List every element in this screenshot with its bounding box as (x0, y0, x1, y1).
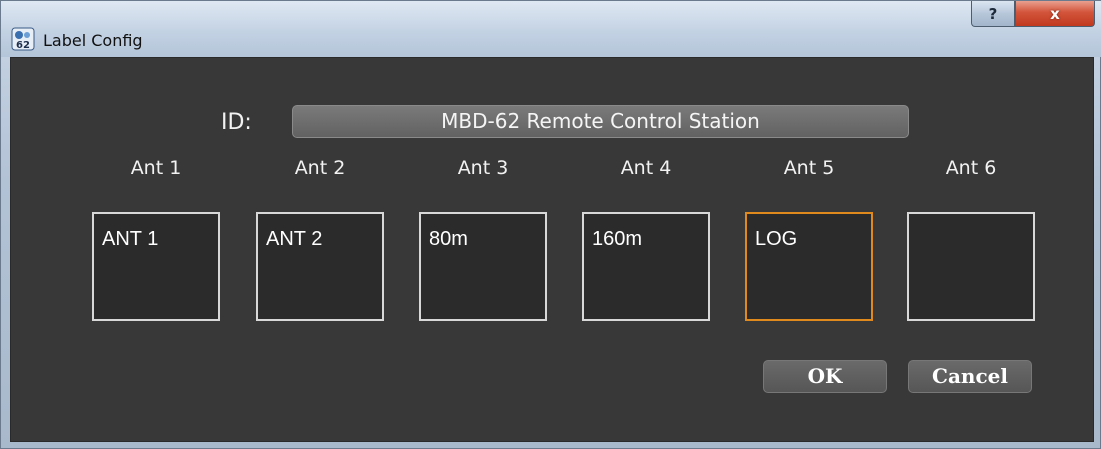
dialog-window: 62 Label Config ? x ID: MBD-62 Remote Co… (0, 0, 1101, 449)
antenna-label: Ant 4 (620, 157, 672, 179)
svg-text:62: 62 (16, 40, 30, 51)
antenna-column-6: Ant 6 (907, 157, 1035, 321)
id-label: ID: (221, 110, 252, 135)
antenna-3-input[interactable]: 80m (419, 212, 547, 321)
antenna-4-input[interactable]: 160m (582, 212, 710, 321)
antenna-column-4: Ant 4 160m (582, 157, 710, 321)
antenna-1-input[interactable]: ANT 1 (92, 212, 220, 321)
antenna-label: Ant 1 (130, 157, 182, 179)
help-button[interactable]: ? (971, 1, 1015, 27)
antenna-column-3: Ant 3 80m (419, 157, 547, 321)
close-button[interactable]: x (1015, 1, 1095, 27)
app-icon: 62 (11, 27, 35, 51)
antenna-2-input[interactable]: ANT 2 (256, 212, 384, 321)
antenna-label: Ant 6 (945, 157, 997, 179)
antenna-column-2: Ant 2 ANT 2 (256, 157, 384, 321)
antenna-label: Ant 3 (457, 157, 509, 179)
antenna-5-input[interactable]: LOG (745, 212, 873, 321)
antenna-column-5: Ant 5 LOG (745, 157, 873, 321)
antenna-label: Ant 5 (783, 157, 835, 179)
antenna-label: Ant 2 (294, 157, 346, 179)
ok-button[interactable]: OK (763, 360, 887, 393)
id-input[interactable]: MBD-62 Remote Control Station (292, 105, 909, 138)
title-bar[interactable]: 62 Label Config ? x (1, 1, 1101, 57)
dialog-client-area: ID: MBD-62 Remote Control Station Ant 1 … (10, 57, 1094, 442)
antenna-column-1: Ant 1 ANT 1 (92, 157, 220, 321)
antenna-6-input[interactable] (907, 212, 1035, 321)
cancel-button[interactable]: Cancel (908, 360, 1032, 393)
window-title: Label Config (43, 31, 143, 50)
